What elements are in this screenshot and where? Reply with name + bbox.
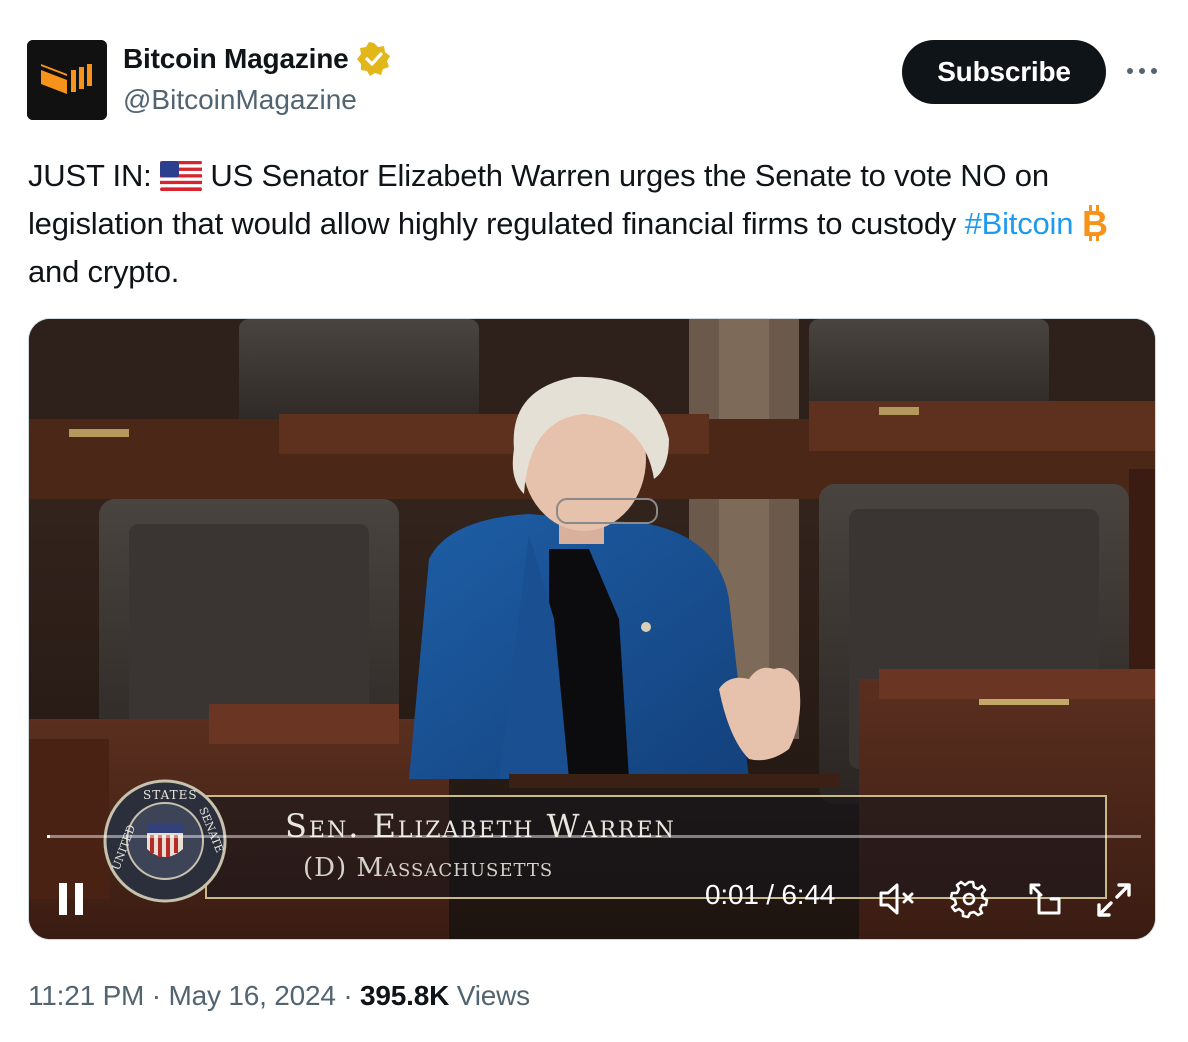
picture-in-picture-icon[interactable] <box>1025 879 1065 919</box>
senate-seal-icon: STATES UNITED SENATE <box>103 779 227 903</box>
tweet-time[interactable]: 11:21 PM <box>28 980 144 1011</box>
lower-third-state: (D) Massachusetts <box>303 853 554 883</box>
tweet-suffix: and crypto. <box>28 254 180 289</box>
lower-third-name: Sen. Elizabeth Warren <box>285 807 676 845</box>
tweet-prefix: JUST IN: <box>28 158 160 193</box>
author-name[interactable]: Bitcoin Magazine <box>123 43 349 75</box>
video-progress-bar[interactable] <box>47 835 1141 838</box>
pause-icon[interactable] <box>55 879 89 919</box>
subscribe-button[interactable]: Subscribe <box>902 40 1106 104</box>
volume-muted-icon[interactable] <box>877 881 919 917</box>
author-name-row[interactable]: Bitcoin Magazine <box>123 42 391 76</box>
us-flag-icon <box>159 161 202 191</box>
tweet-meta: 11:21 PM · May 16, 2024 · 395.8K Views <box>28 980 530 1012</box>
video-time: 0:01 / 6:44 <box>705 879 836 910</box>
bitcoin-magazine-logo-icon <box>27 40 107 120</box>
video-player[interactable]: Sen. Elizabeth Warren (D) Massachusetts … <box>28 318 1156 940</box>
separator: · <box>335 980 361 1011</box>
separator: · <box>144 980 169 1011</box>
fullscreen-icon[interactable] <box>1093 879 1135 921</box>
bitcoin-icon: B <box>1082 203 1108 244</box>
svg-text:B: B <box>1082 203 1108 243</box>
tweet-text: JUST IN: US Senator Elizabeth Warren urg… <box>28 152 1168 296</box>
hashtag-link[interactable]: #Bitcoin <box>965 206 1074 241</box>
settings-gear-icon[interactable] <box>949 879 989 919</box>
author-handle[interactable]: @BitcoinMagazine <box>123 84 357 116</box>
views-count: 395.8K <box>360 980 450 1011</box>
video-progress-fill <box>47 835 51 838</box>
more-options-icon[interactable] <box>1124 56 1160 86</box>
views-label: Views <box>449 980 530 1011</box>
seal-top-text: STATES <box>143 788 198 802</box>
tweet-date[interactable]: May 16, 2024 <box>168 980 335 1011</box>
verified-badge-icon <box>356 42 390 76</box>
avatar[interactable] <box>27 40 107 120</box>
